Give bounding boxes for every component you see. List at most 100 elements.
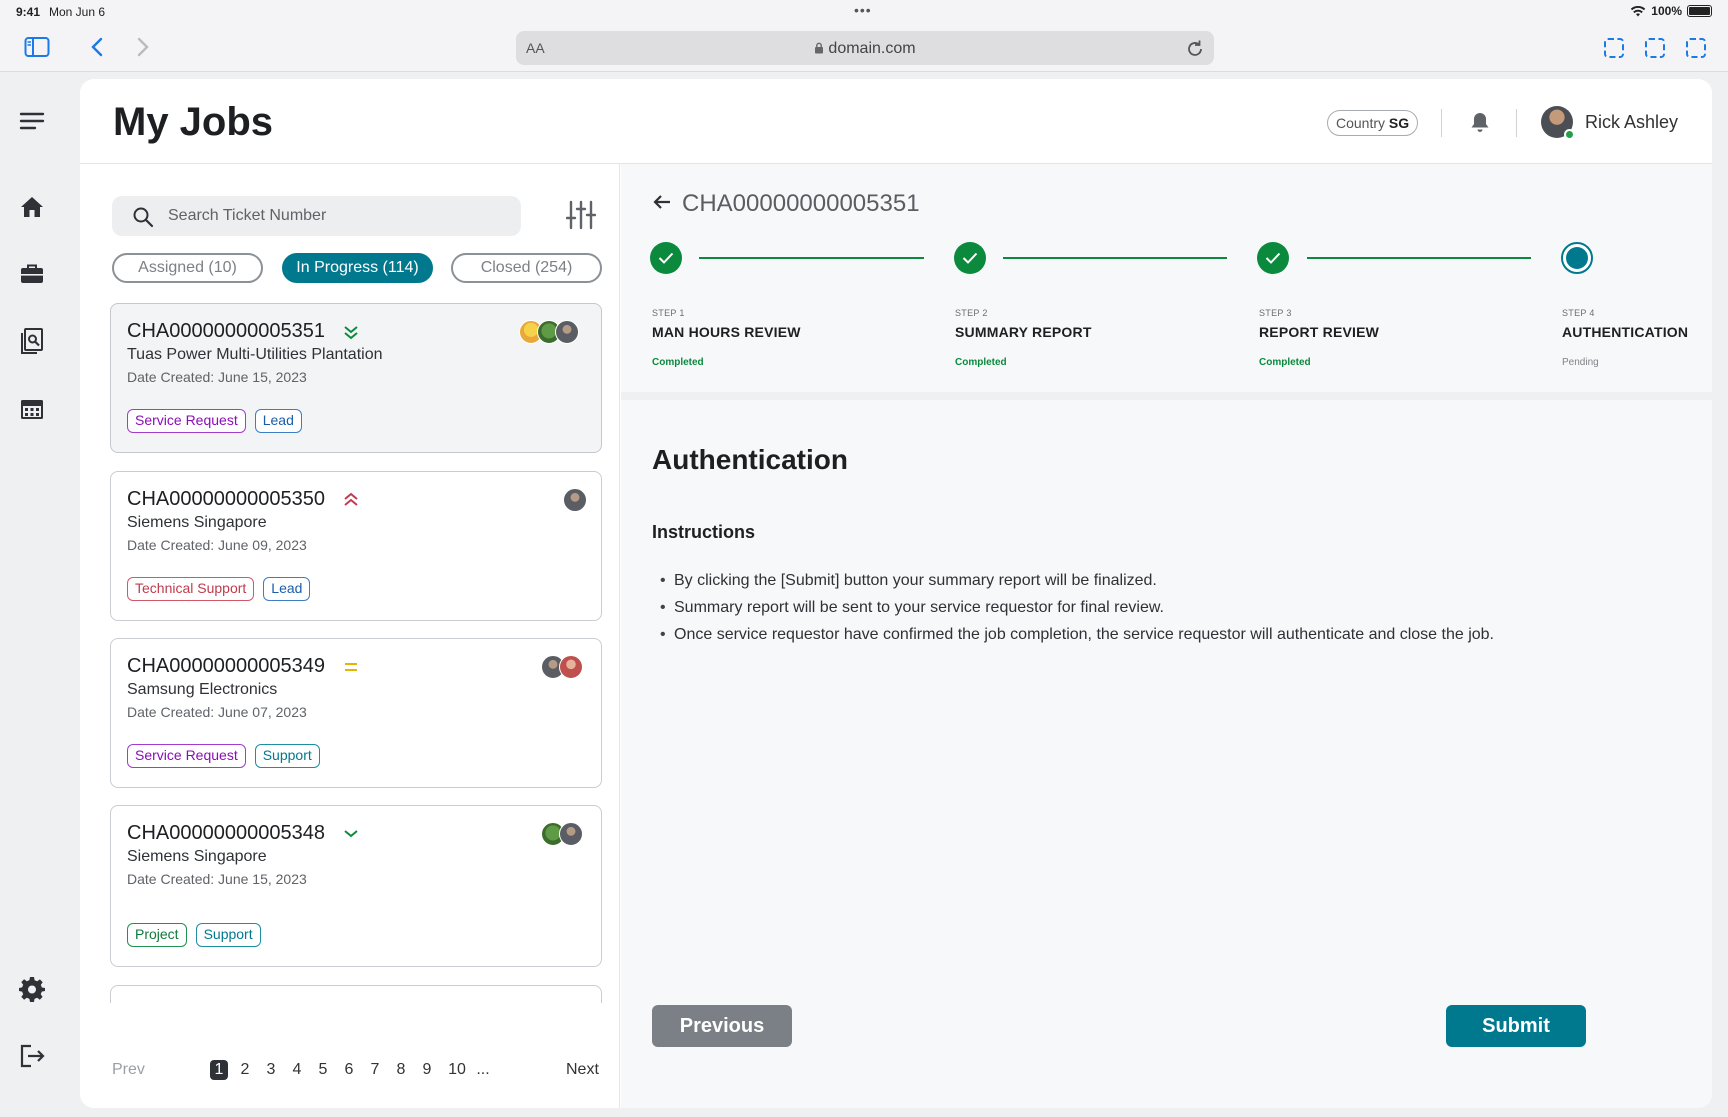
job-card[interactable]: CHA00000000005349 Samsung Electronics Da… <box>110 638 602 788</box>
avatar <box>559 655 583 679</box>
tab-in-progress[interactable]: In Progress (114) <box>282 253 433 283</box>
job-card[interactable]: CHA00000000005351 Tuas Power Multi-Utili… <box>110 303 602 453</box>
page-number[interactable]: 3 <box>261 1061 281 1079</box>
user-name[interactable]: Rick Ashley <box>1585 112 1678 133</box>
submit-button[interactable]: Submit <box>1446 1005 1586 1047</box>
country-code: SG <box>1388 115 1410 131</box>
battery-percent: 100% <box>1651 4 1682 18</box>
page-title: My Jobs <box>113 100 274 144</box>
page-number[interactable]: 1 <box>210 1060 228 1080</box>
status-right: 100% <box>1630 4 1712 18</box>
step-title: SUMMARY REPORT <box>955 324 1092 340</box>
main-panel: My Jobs Country SG Rick Ashley Assigned … <box>80 79 1712 1108</box>
page-number[interactable]: 10 <box>445 1061 469 1079</box>
sidebar-toggle-icon[interactable] <box>24 36 50 58</box>
tag-support: Support <box>254 744 320 768</box>
settings-icon[interactable] <box>19 976 45 1002</box>
status-date: Mon Jun 6 <box>49 5 106 19</box>
tag-lead: Lead <box>263 577 311 601</box>
tag-service-request: Service Request <box>127 744 246 768</box>
search-input[interactable] <box>168 204 498 228</box>
avatar[interactable] <box>1541 106 1575 140</box>
job-company: Tuas Power Multi-Utilities Plantation <box>127 346 383 363</box>
home-icon[interactable] <box>19 194 45 220</box>
share-icon[interactable] <box>1604 38 1624 58</box>
page-number[interactable]: 2 <box>235 1061 255 1079</box>
job-tags: Service Request Lead <box>127 409 302 433</box>
country-selector[interactable]: Country SG <box>1327 110 1419 136</box>
job-date: Date Created: June 07, 2023 <box>127 704 307 720</box>
step-4-current <box>1561 242 1593 274</box>
step-title: REPORT REVIEW <box>1259 324 1380 340</box>
lock-icon <box>815 42 824 54</box>
page-number[interactable]: 4 <box>287 1061 307 1079</box>
page-number[interactable]: 7 <box>365 1061 385 1079</box>
step-status: Completed <box>955 357 1007 368</box>
back-arrow-icon[interactable] <box>652 194 672 210</box>
filter-icon[interactable] <box>566 200 596 230</box>
page-number[interactable]: 5 <box>313 1061 333 1079</box>
job-date: Date Created: June 15, 2023 <box>127 369 307 385</box>
step-status: Completed <box>1259 357 1311 368</box>
new-tab-icon[interactable] <box>1645 38 1665 58</box>
step-2-complete <box>954 242 986 274</box>
back-nav-icon[interactable] <box>90 36 104 58</box>
bell-icon[interactable] <box>1470 111 1490 133</box>
instructions-list: By clicking the [Submit] button your sum… <box>652 567 1494 648</box>
assignee-avatars <box>563 488 587 512</box>
avatar <box>555 320 579 344</box>
url-text[interactable]: domain.com <box>516 40 1214 58</box>
pagination-next[interactable]: Next <box>566 1061 599 1079</box>
priority-low-double-chevron-icon <box>344 326 358 340</box>
step-connector <box>699 257 924 259</box>
step-number: STEP 4 <box>1562 308 1595 318</box>
step-title: MAN HOURS REVIEW <box>652 324 801 340</box>
document-search-icon[interactable] <box>19 328 45 354</box>
step-connector <box>1307 257 1531 259</box>
step-1-complete <box>650 242 682 274</box>
job-list: CHA00000000005351 Tuas Power Multi-Utili… <box>110 303 604 1003</box>
page-ellipsis: ... <box>476 1061 490 1078</box>
check-icon <box>1265 252 1281 264</box>
previous-button[interactable]: Previous <box>652 1005 792 1047</box>
tab-assigned[interactable]: Assigned (10) <box>112 253 263 283</box>
briefcase-icon[interactable] <box>19 261 45 287</box>
search-icon <box>133 207 154 228</box>
job-card[interactable] <box>110 985 602 1003</box>
progress-stepper: CHA00000000005351 STEP 1 MAN HOURS REVIE… <box>621 164 1712 400</box>
logout-icon[interactable] <box>19 1043 45 1069</box>
tabs-overview-icon[interactable] <box>1686 38 1706 58</box>
page-number[interactable]: 9 <box>417 1061 437 1079</box>
priority-medium-equal-icon <box>345 663 357 671</box>
tag-technical-support: Technical Support <box>127 577 255 601</box>
instruction-item: Once service requestor have confirmed th… <box>652 621 1494 648</box>
tab-closed[interactable]: Closed (254) <box>451 253 602 283</box>
job-detail-panel: CHA00000000005351 STEP 1 MAN HOURS REVIE… <box>621 164 1712 1108</box>
job-card[interactable]: CHA00000000005348 Siemens Singapore Date… <box>110 805 602 967</box>
reload-icon[interactable] <box>1186 38 1204 58</box>
job-company: Siemens Singapore <box>127 848 267 865</box>
menu-icon[interactable] <box>19 108 45 134</box>
forward-nav-icon[interactable] <box>136 36 150 58</box>
check-icon <box>658 252 674 264</box>
pagination-prev[interactable]: Prev <box>112 1061 145 1079</box>
browser-toolbar: AA domain.com <box>0 24 1728 72</box>
address-bar[interactable]: AA domain.com <box>516 31 1214 65</box>
calendar-icon[interactable] <box>19 396 45 422</box>
tag-project: Project <box>127 923 187 947</box>
search-bar[interactable] <box>112 196 521 236</box>
step-number: STEP 2 <box>955 308 988 318</box>
instruction-item: By clicking the [Submit] button your sum… <box>652 567 1494 594</box>
job-company: Samsung Electronics <box>127 681 278 698</box>
wifi-icon <box>1631 5 1646 17</box>
assignee-avatars <box>541 655 583 679</box>
step-number: STEP 3 <box>1259 308 1292 318</box>
instruction-item: Summary report will be sent to your serv… <box>652 594 1494 621</box>
page-number[interactable]: 8 <box>391 1061 411 1079</box>
tag-support: Support <box>195 923 261 947</box>
multitask-dots-icon[interactable]: ••• <box>854 2 872 18</box>
job-card[interactable]: CHA00000000005350 Siemens Singapore Date… <box>110 471 602 621</box>
page-number[interactable]: 6 <box>339 1061 359 1079</box>
status-bar: 9:41 Mon Jun 6 ••• 100% <box>0 0 1728 24</box>
job-date: Date Created: June 09, 2023 <box>127 537 307 553</box>
